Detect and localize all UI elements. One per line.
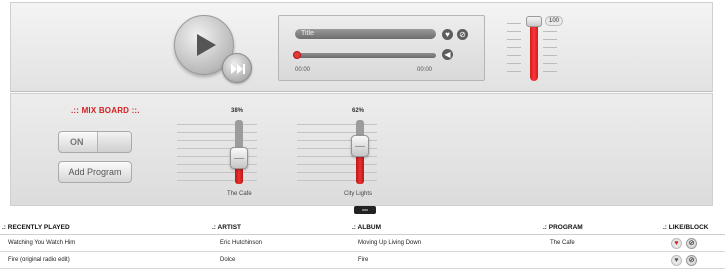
- cell-program: The Cafe: [550, 240, 575, 246]
- col-program[interactable]: .: PROGRAM: [543, 222, 583, 234]
- fader-handle-the-cafe[interactable]: [230, 147, 248, 169]
- mix-board-panel: .:: MIX BOARD ::. ON Add Program 38% The…: [10, 93, 713, 206]
- fader-scale-line: [177, 172, 257, 173]
- volume-icon: ◀: [444, 50, 451, 59]
- skip-forward-button[interactable]: [222, 53, 252, 83]
- cell-artist: Dolce: [220, 257, 236, 263]
- play-icon: [197, 34, 216, 56]
- table-row[interactable]: Watching You Watch Him Eric Hutchinson M…: [0, 235, 725, 252]
- seek-slider[interactable]: [293, 51, 436, 59]
- fader-scale-line: [297, 172, 377, 173]
- like-button[interactable]: ♥: [671, 238, 682, 249]
- app-frame: Title ♥ ⊘ ◀ 00:00 00:00 100 .:: MIX BOAR…: [0, 0, 725, 272]
- cell-artist: Eric Hutchinson: [220, 240, 263, 246]
- fader-scale-line: [297, 124, 377, 125]
- heart-icon: ♥: [445, 30, 450, 39]
- fader-scale-line: [177, 132, 257, 133]
- toggle-knob[interactable]: [97, 132, 131, 152]
- block-button[interactable]: ⊘: [457, 29, 468, 40]
- elapsed-time: 00:00: [295, 67, 311, 73]
- col-artist[interactable]: .: ARTIST: [212, 222, 241, 234]
- cell-album: Fire: [358, 257, 369, 263]
- fader-handle-city-lights[interactable]: [351, 135, 369, 157]
- fader-percent: 62%: [352, 108, 365, 114]
- table-header: .: RECENTLY PLAYED .: ARTIST .: ALBUM .:…: [0, 222, 725, 235]
- table-row[interactable]: Fire (original radio edit) Dolce Fire ♥ …: [0, 252, 725, 269]
- block-icon: ⊘: [688, 240, 695, 247]
- fader-scale-line: [177, 140, 257, 141]
- volume-value: 100: [545, 16, 564, 26]
- skip-forward-icon: [231, 64, 245, 74]
- like-button[interactable]: ♥: [671, 255, 682, 266]
- recently-played-table: .: RECENTLY PLAYED .: ARTIST .: ALBUM .:…: [0, 222, 725, 269]
- player-panel: Title ♥ ⊘ ◀ 00:00 00:00 100: [10, 2, 713, 92]
- seek-handle[interactable]: [293, 51, 301, 59]
- total-time: 00:00: [417, 67, 433, 73]
- panel-resize-grip[interactable]: [354, 206, 376, 214]
- add-program-button[interactable]: Add Program: [58, 161, 132, 183]
- fader-scale-line: [177, 124, 257, 125]
- cell-title: Fire (original radio edit): [8, 257, 70, 263]
- block-icon: ⊘: [459, 30, 466, 39]
- fader-scale-line: [297, 180, 377, 181]
- volume-button[interactable]: ◀: [442, 49, 453, 60]
- heart-icon: ♥: [674, 257, 679, 264]
- heart-icon: ♥: [674, 240, 679, 247]
- volume-slider[interactable]: [530, 19, 538, 81]
- on-toggle[interactable]: ON: [58, 131, 132, 153]
- fader-label: The Cafe: [227, 191, 252, 197]
- fader-scale-line: [297, 164, 377, 165]
- mix-board-title: .:: MIX BOARD ::.: [71, 106, 140, 115]
- track-title-bar: Title: [295, 29, 436, 39]
- fader-scale-line: [297, 132, 377, 133]
- block-button[interactable]: ⊘: [686, 255, 697, 266]
- col-recently-played[interactable]: .: RECENTLY PLAYED: [2, 222, 70, 234]
- fader-label: City Lights: [344, 191, 373, 197]
- col-album[interactable]: .: ALBUM: [352, 222, 381, 234]
- col-like-block[interactable]: .: LIKE/BLOCK: [663, 222, 709, 234]
- block-icon: ⊘: [688, 257, 695, 264]
- toggle-label: ON: [70, 137, 84, 147]
- volume-handle[interactable]: [526, 16, 542, 27]
- track-title: Title: [301, 30, 314, 37]
- now-playing-box: Title ♥ ⊘ ◀ 00:00 00:00: [278, 15, 485, 81]
- heart-button[interactable]: ♥: [442, 29, 453, 40]
- cell-title: Watching You Watch Him: [8, 240, 76, 246]
- block-button[interactable]: ⊘: [686, 238, 697, 249]
- fader-percent: 38%: [231, 108, 244, 114]
- cell-album: Moving Up Living Down: [358, 240, 422, 246]
- fader-scale-line: [177, 180, 257, 181]
